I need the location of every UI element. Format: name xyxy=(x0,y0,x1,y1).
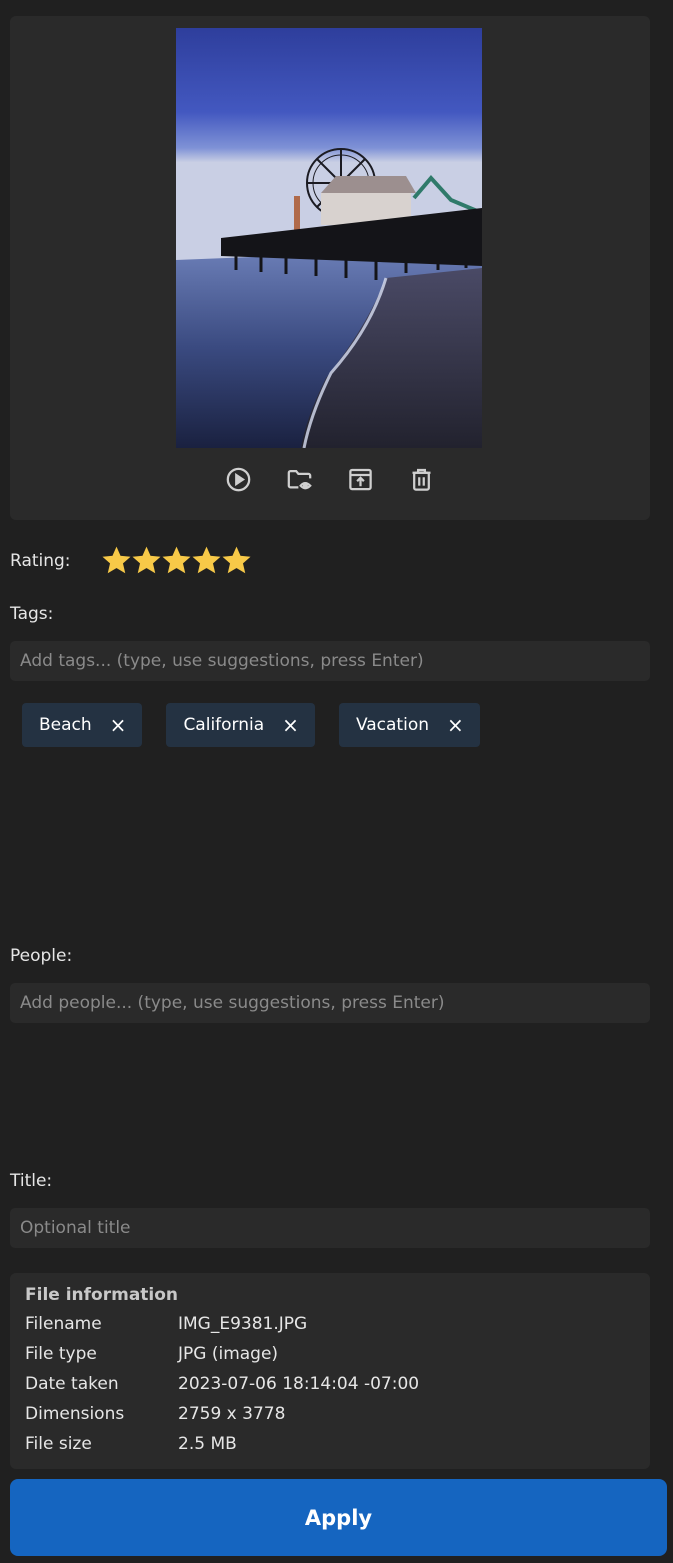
photo-thumbnail[interactable] xyxy=(176,28,482,448)
tag-chip: Vacation × xyxy=(338,703,480,747)
tag-chip: Beach × xyxy=(22,703,143,747)
tags-input[interactable] xyxy=(10,641,650,681)
tags-label: Tags: xyxy=(10,604,54,624)
remove-tag-icon[interactable]: × xyxy=(282,715,299,735)
info-value: 2023-07-06 18:14:04 -07:00 xyxy=(178,1374,420,1394)
file-info-row: Dimensions 2759 x 3778 xyxy=(25,1399,635,1429)
info-key: Date taken xyxy=(25,1374,119,1394)
star-icon[interactable] xyxy=(222,546,251,575)
people-input[interactable] xyxy=(10,983,650,1023)
rating-label: Rating: xyxy=(10,551,71,571)
tag-chip-list: Beach × California × Vacation × xyxy=(22,703,480,747)
trash-icon[interactable] xyxy=(408,464,435,494)
remove-tag-icon[interactable]: × xyxy=(447,715,464,735)
info-key: Filename xyxy=(25,1314,102,1334)
file-info-heading: File information xyxy=(25,1285,179,1305)
info-value: IMG_E9381.JPG xyxy=(178,1314,308,1334)
star-icon[interactable] xyxy=(192,546,221,575)
info-key: Dimensions xyxy=(25,1404,125,1424)
tag-chip: California × xyxy=(166,703,315,747)
info-value: 2.5 MB xyxy=(178,1434,237,1454)
star-rating xyxy=(102,546,251,575)
star-icon[interactable] xyxy=(132,546,161,575)
photo-preview-card xyxy=(10,16,650,520)
photo-action-bar xyxy=(10,464,650,498)
play-icon[interactable] xyxy=(225,464,252,494)
folder-view-icon[interactable] xyxy=(286,464,313,494)
info-key: File size xyxy=(25,1434,92,1454)
tag-chip-label: California xyxy=(183,715,265,735)
tag-chip-label: Vacation xyxy=(355,715,429,735)
file-info-row: Date taken 2023-07-06 18:14:04 -07:00 xyxy=(25,1369,635,1399)
file-info-row: File size 2.5 MB xyxy=(25,1429,635,1459)
tag-chip-label: Beach xyxy=(39,715,92,735)
apply-button[interactable]: Apply xyxy=(10,1479,667,1556)
title-label: Title: xyxy=(10,1171,53,1191)
info-value: 2759 x 3778 xyxy=(178,1404,286,1424)
info-key: File type xyxy=(25,1344,97,1364)
people-label: People: xyxy=(10,946,73,966)
file-info-panel: File information Filename IMG_E9381.JPG … xyxy=(10,1273,650,1469)
remove-tag-icon[interactable]: × xyxy=(110,715,127,735)
open-external-icon[interactable] xyxy=(347,464,374,494)
title-input[interactable] xyxy=(10,1208,650,1248)
star-icon[interactable] xyxy=(102,546,131,575)
info-value: JPG (image) xyxy=(178,1344,279,1364)
file-info-row: File type JPG (image) xyxy=(25,1339,635,1369)
star-icon[interactable] xyxy=(162,546,191,575)
file-info-row: Filename IMG_E9381.JPG xyxy=(25,1309,635,1339)
